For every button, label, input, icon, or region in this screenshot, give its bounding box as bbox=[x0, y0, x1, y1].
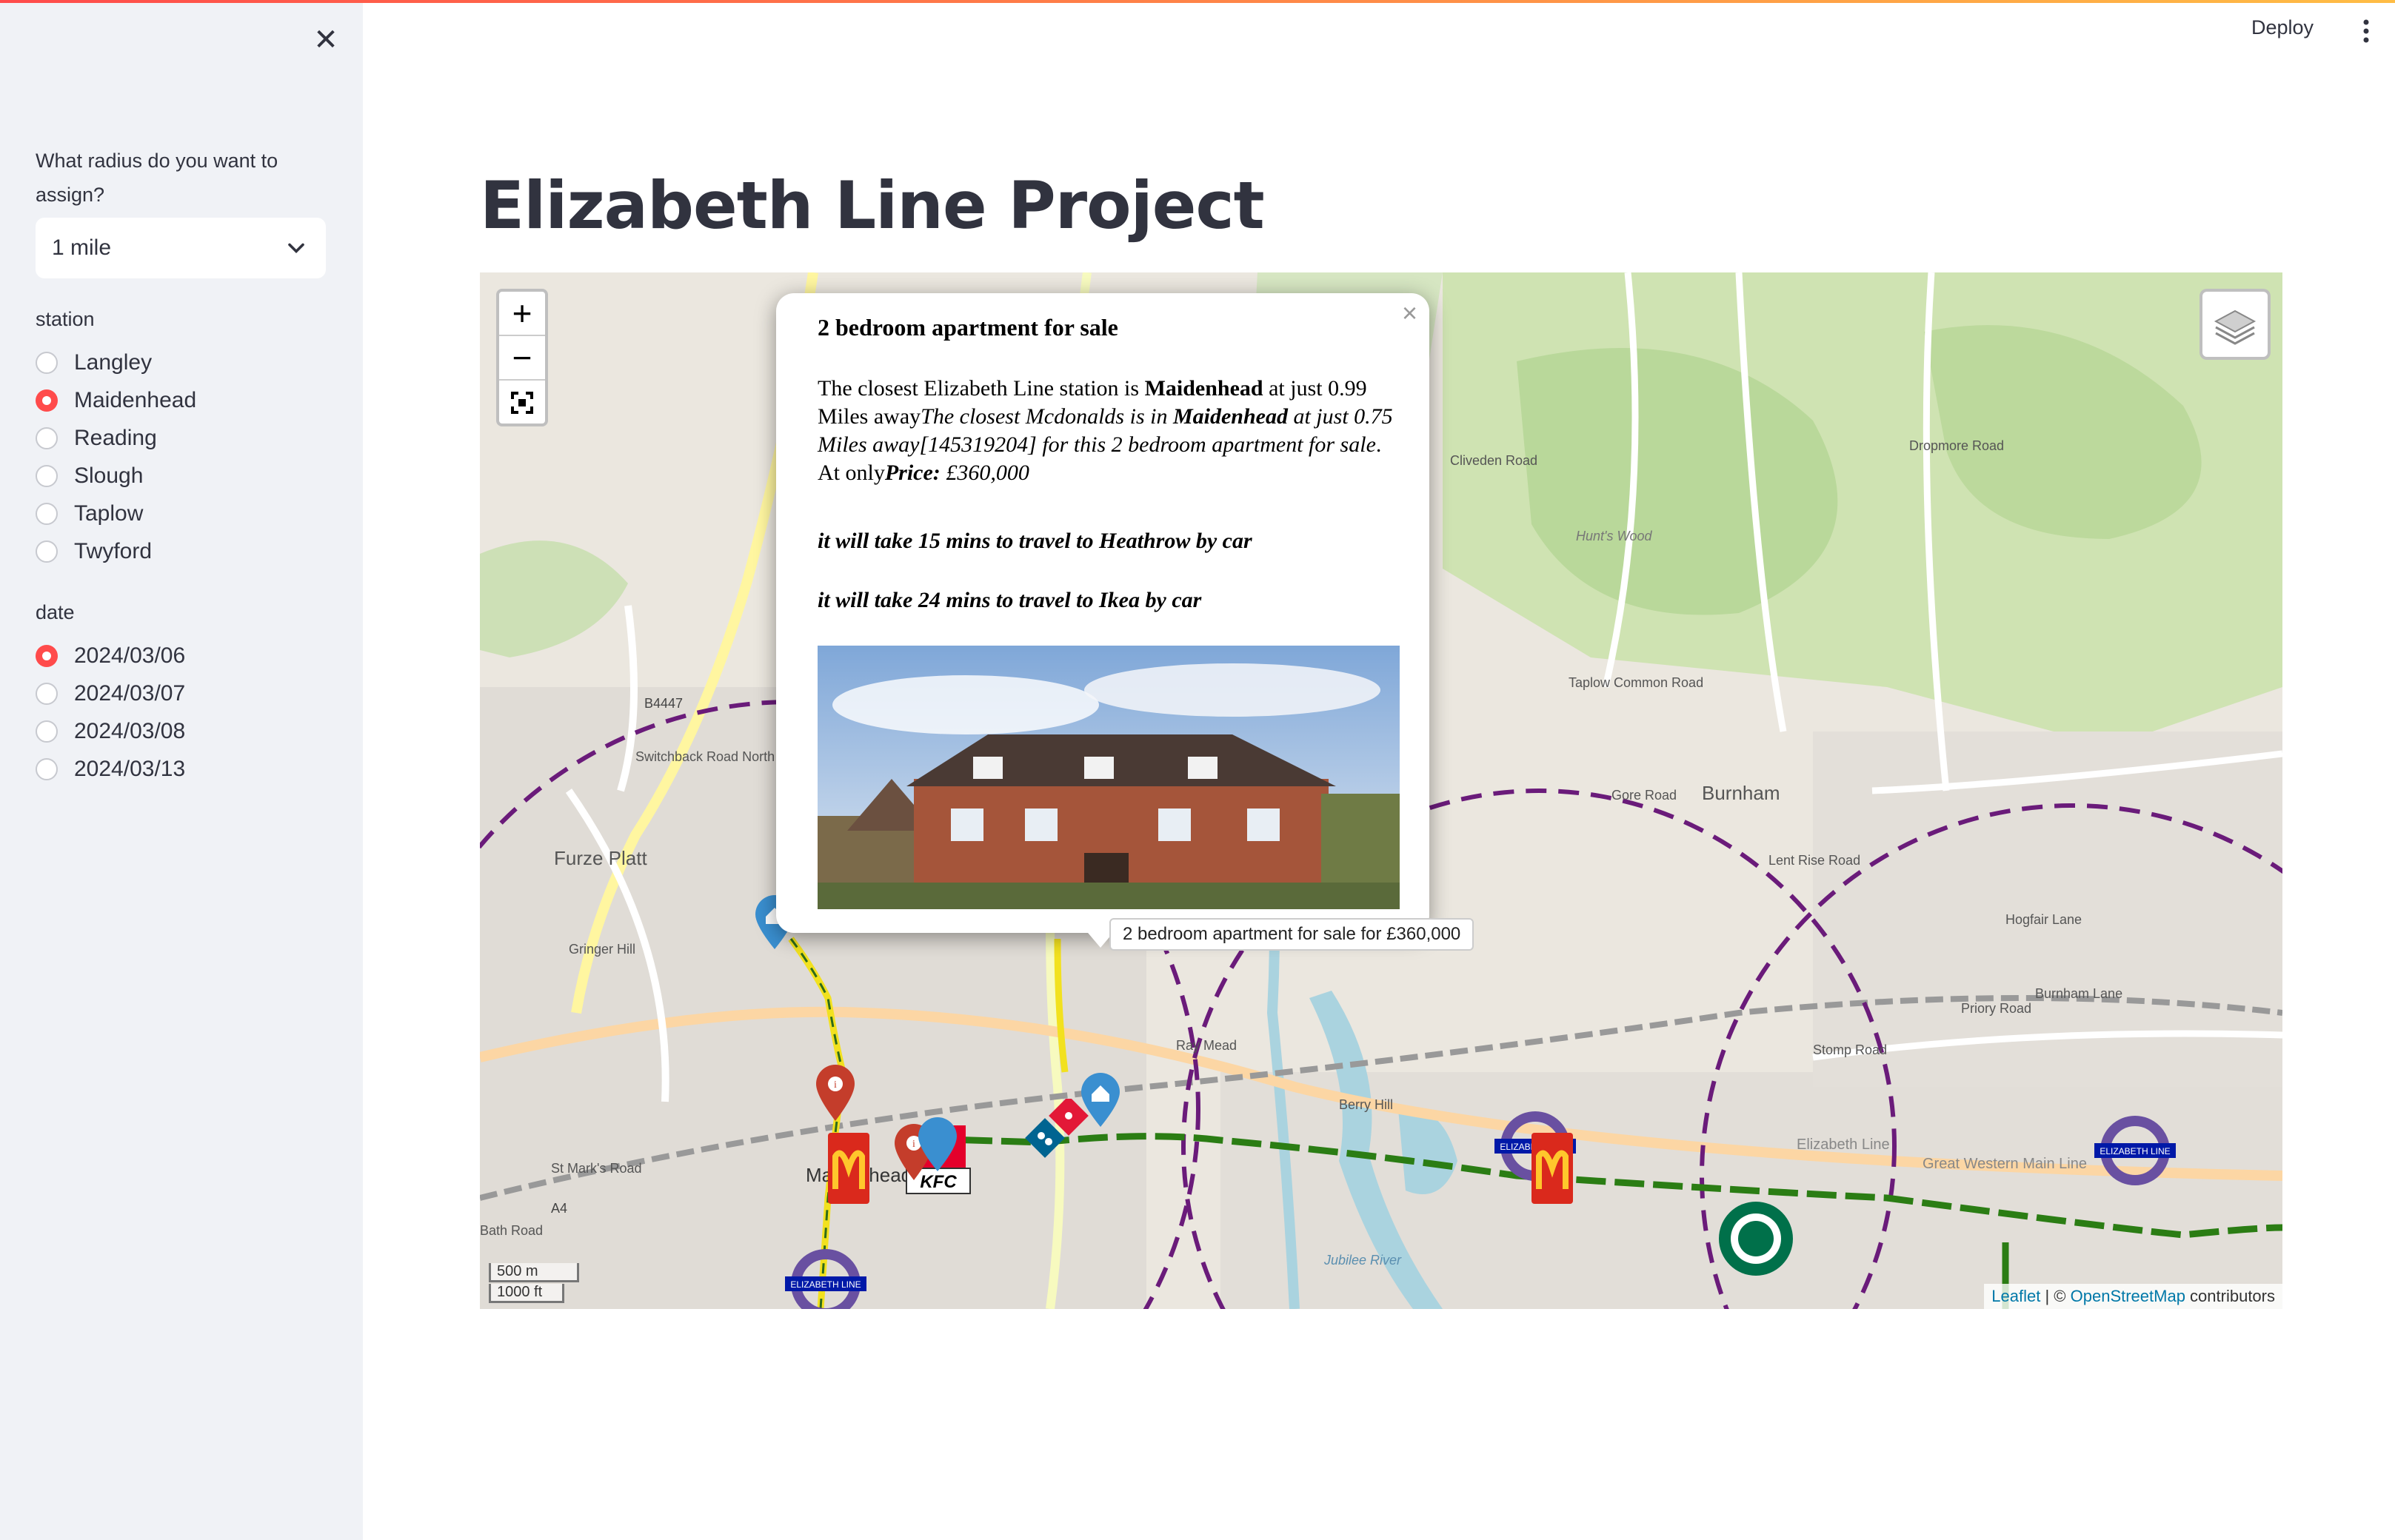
deploy-button[interactable]: Deploy bbox=[2251, 16, 2314, 39]
popup-description: The closest Elizabeth Line station is Ma… bbox=[818, 376, 1393, 485]
more-menu-icon[interactable] bbox=[2355, 16, 2377, 46]
date-label: date bbox=[36, 601, 75, 623]
map-label: Hogfair Lane bbox=[2005, 912, 2082, 927]
fullscreen-icon bbox=[511, 392, 533, 414]
map-label: Jubilee River bbox=[1323, 1253, 1402, 1268]
map-label: Stomp Road bbox=[1813, 1042, 1887, 1057]
radio-label: Maidenhead bbox=[74, 388, 197, 412]
svg-text:ELIZABETH LINE: ELIZABETH LINE bbox=[2100, 1146, 2170, 1156]
radio-selected-icon bbox=[36, 389, 58, 412]
map-label: B4447 bbox=[644, 696, 683, 711]
radio-circle-icon bbox=[36, 758, 58, 780]
close-sidebar-icon[interactable]: ✕ bbox=[310, 24, 342, 56]
zoom-out-button[interactable]: − bbox=[499, 336, 545, 381]
radius-select[interactable]: 1 mile bbox=[36, 218, 326, 278]
map-label: Ray Mead bbox=[1176, 1038, 1237, 1053]
station-label: station bbox=[36, 308, 95, 330]
chevron-down-icon bbox=[288, 243, 304, 254]
radio-label: Slough bbox=[74, 463, 144, 488]
map-zoom-controls: + − bbox=[496, 289, 548, 426]
map-label: Switchback Road North bbox=[635, 749, 775, 764]
radius-label: What radius do you want to assign? bbox=[36, 150, 278, 206]
map-label: Dropmore Road bbox=[1909, 438, 2004, 453]
radius-select-value: 1 mile bbox=[52, 235, 112, 260]
map-scale: 500 m 1000 ft bbox=[489, 1262, 579, 1303]
popup-heading: 2 bedroom apartment for sale bbox=[818, 314, 1118, 341]
map-container[interactable]: Furze Platt Burnham B4447 A4 Gore Road S… bbox=[480, 272, 2282, 1309]
map-label: Berry Hill bbox=[1339, 1097, 1393, 1112]
radio-date-20240308[interactable]: 2024/03/08 bbox=[36, 713, 185, 750]
starbucks-icon[interactable] bbox=[1717, 1199, 1795, 1278]
popup-close-button[interactable]: × bbox=[1402, 298, 1417, 329]
radio-station-maidenhead[interactable]: Maidenhead bbox=[36, 382, 196, 419]
map-label: Burnham bbox=[1702, 782, 1780, 804]
map-label: Burnham Lane bbox=[2035, 986, 2122, 1001]
scale-imperial: 1000 ft bbox=[489, 1284, 564, 1303]
radio-label: Taplow bbox=[74, 501, 144, 526]
mcdonalds-icon[interactable] bbox=[1530, 1131, 1574, 1205]
sidebar: ✕ What radius do you want to assign? 1 m… bbox=[0, 3, 363, 1540]
radio-selected-icon bbox=[36, 645, 58, 667]
radio-circle-icon bbox=[36, 540, 58, 563]
svg-text:i: i bbox=[834, 1079, 837, 1091]
map-label: A4 bbox=[551, 1201, 567, 1216]
dominos-icon[interactable] bbox=[1022, 1099, 1089, 1165]
radio-label: Reading bbox=[74, 426, 157, 450]
elizabeth-line-station-icon[interactable]: ELIZABETH LINE bbox=[785, 1247, 866, 1309]
radio-label: 2024/03/06 bbox=[74, 643, 186, 668]
layers-button[interactable] bbox=[2199, 289, 2271, 360]
popup-ikea-travel: it will take 24 mins to travel to Ikea b… bbox=[818, 588, 1202, 612]
radio-station-slough[interactable]: Slough bbox=[36, 458, 143, 495]
radio-label: 2024/03/07 bbox=[74, 681, 186, 706]
mcdonalds-icon[interactable] bbox=[826, 1131, 871, 1205]
property-popup: × 2 bedroom apartment for sale The close… bbox=[776, 293, 1429, 933]
radio-date-20240307[interactable]: 2024/03/07 bbox=[36, 675, 185, 712]
radio-date-20240313[interactable]: 2024/03/13 bbox=[36, 751, 185, 788]
radio-circle-icon bbox=[36, 503, 58, 525]
property-photo bbox=[818, 646, 1400, 909]
popup-heathrow-travel: it will take 15 mins to travel to Heathr… bbox=[818, 529, 1252, 553]
radio-circle-icon bbox=[36, 427, 58, 449]
radio-label: Twyford bbox=[74, 539, 153, 563]
map-label: St Mark's Road bbox=[551, 1161, 641, 1176]
radio-label: 2024/03/08 bbox=[74, 719, 186, 743]
map-label: Lent Rise Road bbox=[1768, 853, 1860, 868]
map-label: Gringer Hill bbox=[569, 942, 635, 957]
zoom-in-button[interactable]: + bbox=[499, 292, 545, 336]
radio-label: Langley bbox=[74, 350, 153, 375]
map-label: Gore Road bbox=[1611, 788, 1677, 803]
radio-label: 2024/03/13 bbox=[74, 757, 186, 781]
layers-icon bbox=[2214, 309, 2257, 345]
radio-station-langley[interactable]: Langley bbox=[36, 344, 152, 381]
radio-circle-icon bbox=[36, 683, 58, 705]
radio-station-reading[interactable]: Reading bbox=[36, 420, 157, 457]
map-label: Cliveden Road bbox=[1450, 453, 1537, 468]
svg-text:i: i bbox=[912, 1139, 915, 1150]
home-marker-icon[interactable] bbox=[917, 1116, 958, 1173]
map-label: Priory Road bbox=[1961, 1001, 2031, 1016]
map-label: Hunt's Wood bbox=[1576, 529, 1652, 543]
page-title: Elizabeth Line Project bbox=[480, 167, 1265, 244]
radio-date-20240306[interactable]: 2024/03/06 bbox=[36, 637, 185, 674]
map-label: Bath Road bbox=[480, 1223, 543, 1238]
radio-station-twyford[interactable]: Twyford bbox=[36, 533, 152, 570]
map-label: Taplow Common Road bbox=[1569, 675, 1703, 690]
osm-link[interactable]: OpenStreetMap bbox=[2071, 1287, 2185, 1305]
fullscreen-button[interactable] bbox=[499, 381, 545, 424]
home-marker-icon[interactable] bbox=[1080, 1072, 1121, 1128]
radio-circle-icon bbox=[36, 720, 58, 743]
radio-station-taplow[interactable]: Taplow bbox=[36, 495, 143, 532]
radio-circle-icon bbox=[36, 352, 58, 374]
radio-circle-icon bbox=[36, 465, 58, 487]
scale-metric: 500 m bbox=[489, 1263, 579, 1282]
svg-text:ELIZABETH LINE: ELIZABETH LINE bbox=[790, 1279, 861, 1290]
map-label: Furze Platt bbox=[554, 847, 647, 869]
marker-tooltip: 2 bedroom apartment for sale for £360,00… bbox=[1109, 918, 1474, 951]
elizabeth-line-station-icon[interactable]: ELIZABETH LINE bbox=[2094, 1114, 2176, 1188]
leaflet-link[interactable]: Leaflet bbox=[1991, 1287, 2040, 1305]
info-marker-icon[interactable]: i bbox=[813, 1063, 858, 1122]
map-label: Great Western Main Line bbox=[1923, 1156, 2087, 1172]
map-attribution: Leaflet | © OpenStreetMap contributors bbox=[1984, 1284, 2282, 1309]
map-label: Elizabeth Line bbox=[1797, 1136, 1890, 1153]
